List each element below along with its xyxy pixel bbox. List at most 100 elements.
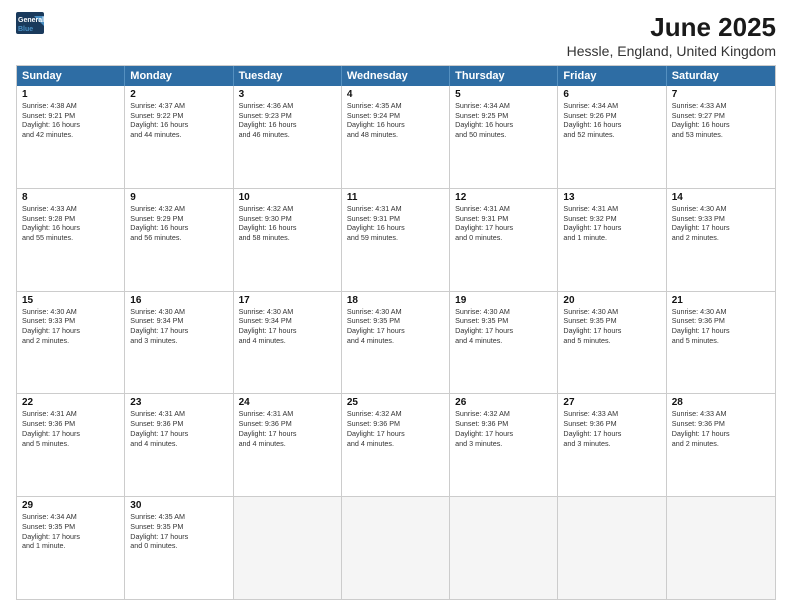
calendar-cell: 16Sunrise: 4:30 AM Sunset: 9:34 PM Dayli… [125, 292, 233, 394]
svg-text:General: General [18, 17, 44, 24]
calendar-cell: 7Sunrise: 4:33 AM Sunset: 9:27 PM Daylig… [667, 86, 775, 188]
calendar-cell [667, 497, 775, 599]
calendar-cell: 5Sunrise: 4:34 AM Sunset: 9:25 PM Daylig… [450, 86, 558, 188]
day-info: Sunrise: 4:30 AM Sunset: 9:33 PM Dayligh… [672, 204, 770, 243]
calendar-cell: 27Sunrise: 4:33 AM Sunset: 9:36 PM Dayli… [558, 394, 666, 496]
day-number: 7 [672, 89, 770, 100]
day-number: 19 [455, 295, 552, 306]
calendar-row-1: 1Sunrise: 4:38 AM Sunset: 9:21 PM Daylig… [17, 86, 775, 188]
calendar-cell: 6Sunrise: 4:34 AM Sunset: 9:26 PM Daylig… [558, 86, 666, 188]
calendar-cell: 1Sunrise: 4:38 AM Sunset: 9:21 PM Daylig… [17, 86, 125, 188]
day-number: 20 [563, 295, 660, 306]
day-number: 27 [563, 397, 660, 408]
svg-text:Blue: Blue [18, 26, 33, 33]
day-info: Sunrise: 4:33 AM Sunset: 9:36 PM Dayligh… [563, 409, 660, 448]
day-number: 13 [563, 192, 660, 203]
calendar-cell: 9Sunrise: 4:32 AM Sunset: 9:29 PM Daylig… [125, 189, 233, 291]
calendar-cell: 17Sunrise: 4:30 AM Sunset: 9:34 PM Dayli… [234, 292, 342, 394]
day-info: Sunrise: 4:30 AM Sunset: 9:33 PM Dayligh… [22, 307, 119, 346]
day-number: 16 [130, 295, 227, 306]
logo-icon: General Blue [16, 12, 46, 36]
day-info: Sunrise: 4:36 AM Sunset: 9:23 PM Dayligh… [239, 101, 336, 140]
day-info: Sunrise: 4:35 AM Sunset: 9:24 PM Dayligh… [347, 101, 444, 140]
page: General Blue June 2025 Hessle, England, … [0, 0, 792, 612]
day-info: Sunrise: 4:34 AM Sunset: 9:25 PM Dayligh… [455, 101, 552, 140]
day-number: 23 [130, 397, 227, 408]
day-number: 5 [455, 89, 552, 100]
day-number: 9 [130, 192, 227, 203]
day-info: Sunrise: 4:34 AM Sunset: 9:26 PM Dayligh… [563, 101, 660, 140]
day-info: Sunrise: 4:30 AM Sunset: 9:35 PM Dayligh… [455, 307, 552, 346]
day-info: Sunrise: 4:37 AM Sunset: 9:22 PM Dayligh… [130, 101, 227, 140]
day-number: 11 [347, 192, 444, 203]
calendar-cell: 26Sunrise: 4:32 AM Sunset: 9:36 PM Dayli… [450, 394, 558, 496]
day-info: Sunrise: 4:31 AM Sunset: 9:31 PM Dayligh… [347, 204, 444, 243]
day-info: Sunrise: 4:32 AM Sunset: 9:36 PM Dayligh… [347, 409, 444, 448]
day-info: Sunrise: 4:33 AM Sunset: 9:27 PM Dayligh… [672, 101, 770, 140]
day-number: 14 [672, 192, 770, 203]
header-monday: Monday [125, 66, 233, 86]
day-info: Sunrise: 4:31 AM Sunset: 9:31 PM Dayligh… [455, 204, 552, 243]
day-number: 6 [563, 89, 660, 100]
day-info: Sunrise: 4:32 AM Sunset: 9:30 PM Dayligh… [239, 204, 336, 243]
day-number: 30 [130, 500, 227, 511]
day-number: 18 [347, 295, 444, 306]
day-info: Sunrise: 4:35 AM Sunset: 9:35 PM Dayligh… [130, 512, 227, 551]
day-number: 26 [455, 397, 552, 408]
day-number: 22 [22, 397, 119, 408]
day-number: 10 [239, 192, 336, 203]
day-info: Sunrise: 4:38 AM Sunset: 9:21 PM Dayligh… [22, 101, 119, 140]
day-number: 4 [347, 89, 444, 100]
day-number: 24 [239, 397, 336, 408]
calendar-cell: 8Sunrise: 4:33 AM Sunset: 9:28 PM Daylig… [17, 189, 125, 291]
day-info: Sunrise: 4:30 AM Sunset: 9:35 PM Dayligh… [563, 307, 660, 346]
day-number: 29 [22, 500, 119, 511]
header-wednesday: Wednesday [342, 66, 450, 86]
day-info: Sunrise: 4:30 AM Sunset: 9:35 PM Dayligh… [347, 307, 444, 346]
day-number: 3 [239, 89, 336, 100]
day-number: 15 [22, 295, 119, 306]
day-info: Sunrise: 4:31 AM Sunset: 9:36 PM Dayligh… [130, 409, 227, 448]
calendar-cell [450, 497, 558, 599]
day-info: Sunrise: 4:30 AM Sunset: 9:36 PM Dayligh… [672, 307, 770, 346]
day-info: Sunrise: 4:33 AM Sunset: 9:28 PM Dayligh… [22, 204, 119, 243]
calendar-cell: 23Sunrise: 4:31 AM Sunset: 9:36 PM Dayli… [125, 394, 233, 496]
day-info: Sunrise: 4:31 AM Sunset: 9:36 PM Dayligh… [239, 409, 336, 448]
calendar-cell: 3Sunrise: 4:36 AM Sunset: 9:23 PM Daylig… [234, 86, 342, 188]
day-number: 25 [347, 397, 444, 408]
day-info: Sunrise: 4:32 AM Sunset: 9:36 PM Dayligh… [455, 409, 552, 448]
main-title: June 2025 [567, 12, 776, 43]
calendar-cell: 14Sunrise: 4:30 AM Sunset: 9:33 PM Dayli… [667, 189, 775, 291]
calendar-row-2: 8Sunrise: 4:33 AM Sunset: 9:28 PM Daylig… [17, 188, 775, 291]
day-number: 21 [672, 295, 770, 306]
day-number: 8 [22, 192, 119, 203]
calendar-cell: 4Sunrise: 4:35 AM Sunset: 9:24 PM Daylig… [342, 86, 450, 188]
calendar-row-5: 29Sunrise: 4:34 AM Sunset: 9:35 PM Dayli… [17, 496, 775, 599]
calendar-cell: 30Sunrise: 4:35 AM Sunset: 9:35 PM Dayli… [125, 497, 233, 599]
calendar-cell: 10Sunrise: 4:32 AM Sunset: 9:30 PM Dayli… [234, 189, 342, 291]
header-tuesday: Tuesday [234, 66, 342, 86]
calendar-cell: 11Sunrise: 4:31 AM Sunset: 9:31 PM Dayli… [342, 189, 450, 291]
calendar-cell [234, 497, 342, 599]
calendar-cell: 13Sunrise: 4:31 AM Sunset: 9:32 PM Dayli… [558, 189, 666, 291]
subtitle: Hessle, England, United Kingdom [567, 43, 776, 59]
calendar-cell: 29Sunrise: 4:34 AM Sunset: 9:35 PM Dayli… [17, 497, 125, 599]
calendar-row-3: 15Sunrise: 4:30 AM Sunset: 9:33 PM Dayli… [17, 291, 775, 394]
calendar-cell: 19Sunrise: 4:30 AM Sunset: 9:35 PM Dayli… [450, 292, 558, 394]
day-info: Sunrise: 4:32 AM Sunset: 9:29 PM Dayligh… [130, 204, 227, 243]
calendar-cell: 20Sunrise: 4:30 AM Sunset: 9:35 PM Dayli… [558, 292, 666, 394]
calendar: Sunday Monday Tuesday Wednesday Thursday… [16, 65, 776, 600]
day-info: Sunrise: 4:30 AM Sunset: 9:34 PM Dayligh… [239, 307, 336, 346]
header: General Blue June 2025 Hessle, England, … [16, 12, 776, 59]
calendar-cell: 21Sunrise: 4:30 AM Sunset: 9:36 PM Dayli… [667, 292, 775, 394]
calendar-row-4: 22 Sunrise: 4:31 AM Sunset: 9:36 PM Dayli… [17, 393, 775, 496]
logo: General Blue [16, 12, 46, 36]
calendar-body: 1Sunrise: 4:38 AM Sunset: 9:21 PM Daylig… [17, 86, 775, 599]
calendar-cell: 22Sunrise: 4:31 AM Sunset: 9:36 PM Dayli… [17, 394, 125, 496]
calendar-cell: 18Sunrise: 4:30 AM Sunset: 9:35 PM Dayli… [342, 292, 450, 394]
day-number: 12 [455, 192, 552, 203]
header-thursday: Thursday [450, 66, 558, 86]
day-number: 17 [239, 295, 336, 306]
calendar-cell: 28Sunrise: 4:33 AM Sunset: 9:36 PM Dayli… [667, 394, 775, 496]
calendar-cell: 12Sunrise: 4:31 AM Sunset: 9:31 PM Dayli… [450, 189, 558, 291]
